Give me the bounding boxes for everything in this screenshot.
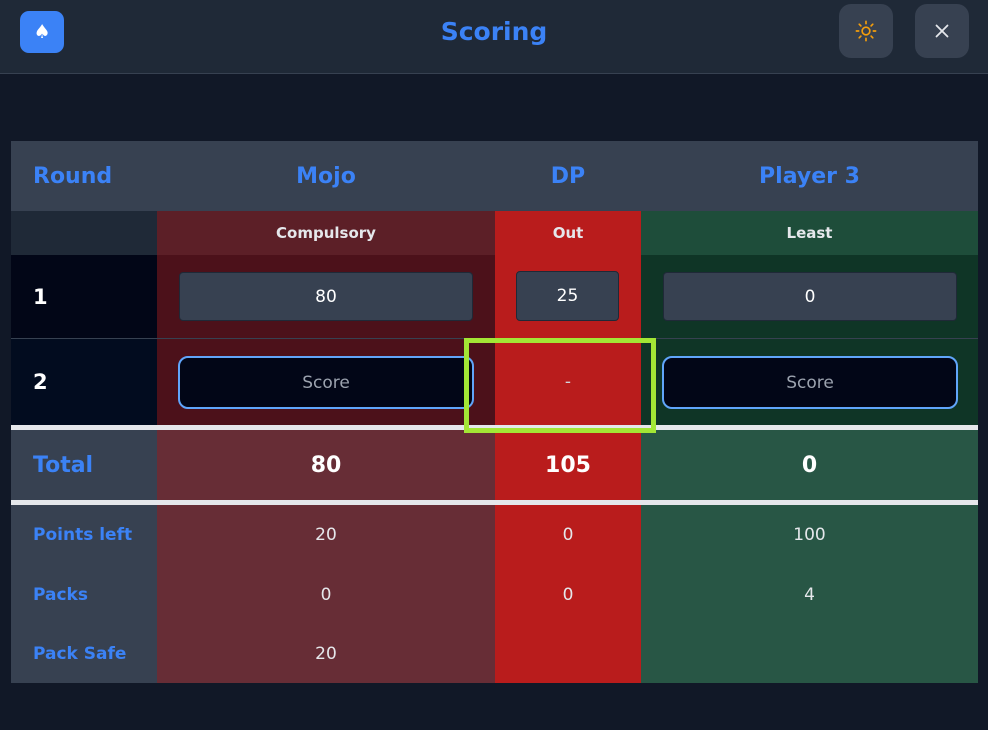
total-mojo-cell: 80 <box>157 430 495 500</box>
close-icon <box>935 24 949 38</box>
stat-value: 0 <box>320 585 332 605</box>
player-status-badge: Compulsory <box>276 224 376 242</box>
stat-cell: 20 <box>157 505 495 565</box>
score-input[interactable]: Score <box>662 356 958 409</box>
player-status-badge: Out <box>552 224 584 242</box>
stat-value: 0 <box>562 585 574 605</box>
score-input[interactable]: Score <box>178 356 474 409</box>
player-header-player-3: Player 3 <box>641 141 978 211</box>
stat-cell: 20 <box>157 625 495 683</box>
stat-cell: 0 <box>157 565 495 625</box>
round-2-player-3-cell: Score <box>641 339 978 425</box>
status-cell-player-3: Least <box>641 211 978 255</box>
total-value: 105 <box>545 452 591 478</box>
player-header-mojo: Mojo <box>157 141 495 211</box>
stat-value: 4 <box>804 585 815 605</box>
status-row-spacer <box>11 211 157 255</box>
round-1-label-cell: 1 <box>11 255 157 338</box>
total-value: 80 <box>310 452 342 478</box>
round-number: 1 <box>33 284 48 309</box>
stat-row-points-left: Points left <box>11 505 157 565</box>
stat-value: 20 <box>315 525 337 545</box>
stat-label: Points left <box>33 525 133 545</box>
player-status-badge: Least <box>786 224 833 242</box>
highlight-box <box>464 338 656 433</box>
status-cell-mojo: Compulsory <box>157 211 495 255</box>
stat-cell: 0 <box>495 565 641 625</box>
round-2-mojo-cell: Score <box>157 339 495 425</box>
status-cell-dp: Out <box>495 211 641 255</box>
round-number: 2 <box>33 370 48 394</box>
score-value[interactable]: 0 <box>663 272 957 321</box>
stat-cell: 0 <box>495 505 641 565</box>
total-label: Total <box>33 452 94 478</box>
total-player-3-cell: 0 <box>641 430 978 500</box>
round-column-header: Round <box>33 163 113 189</box>
table-header-round: Round <box>11 141 157 211</box>
stat-value: 0 <box>562 525 574 545</box>
sun-icon <box>855 20 877 42</box>
stat-cell: 4 <box>641 565 978 625</box>
round-2-label-cell: 2 <box>11 339 157 425</box>
round-1-dp-cell: 25 <box>495 255 641 338</box>
score-value[interactable]: 25 <box>516 271 619 321</box>
total-dp-cell: 105 <box>495 430 641 500</box>
player-header-dp: DP <box>495 141 641 211</box>
player-name: Mojo <box>296 163 356 189</box>
stat-row-packs: Packs <box>11 565 157 625</box>
stat-value: 20 <box>315 644 337 664</box>
theme-toggle-button[interactable] <box>839 4 893 58</box>
stat-value: 100 <box>793 525 826 545</box>
player-name: Player 3 <box>759 163 860 189</box>
close-button[interactable] <box>915 4 969 58</box>
player-name: DP <box>550 163 586 189</box>
app-header: ♠ Scoring <box>0 0 988 74</box>
stat-label: Pack Safe <box>33 644 127 664</box>
stat-row-pack-safe: Pack Safe <box>11 625 157 683</box>
round-1-player-3-cell: 0 <box>641 255 978 338</box>
total-label-cell: Total <box>11 430 157 500</box>
score-value[interactable]: 80 <box>179 272 473 321</box>
stat-label: Packs <box>33 585 88 605</box>
total-value: 0 <box>801 452 818 478</box>
stat-cell: 100 <box>641 505 978 565</box>
round-1-mojo-cell: 80 <box>157 255 495 338</box>
